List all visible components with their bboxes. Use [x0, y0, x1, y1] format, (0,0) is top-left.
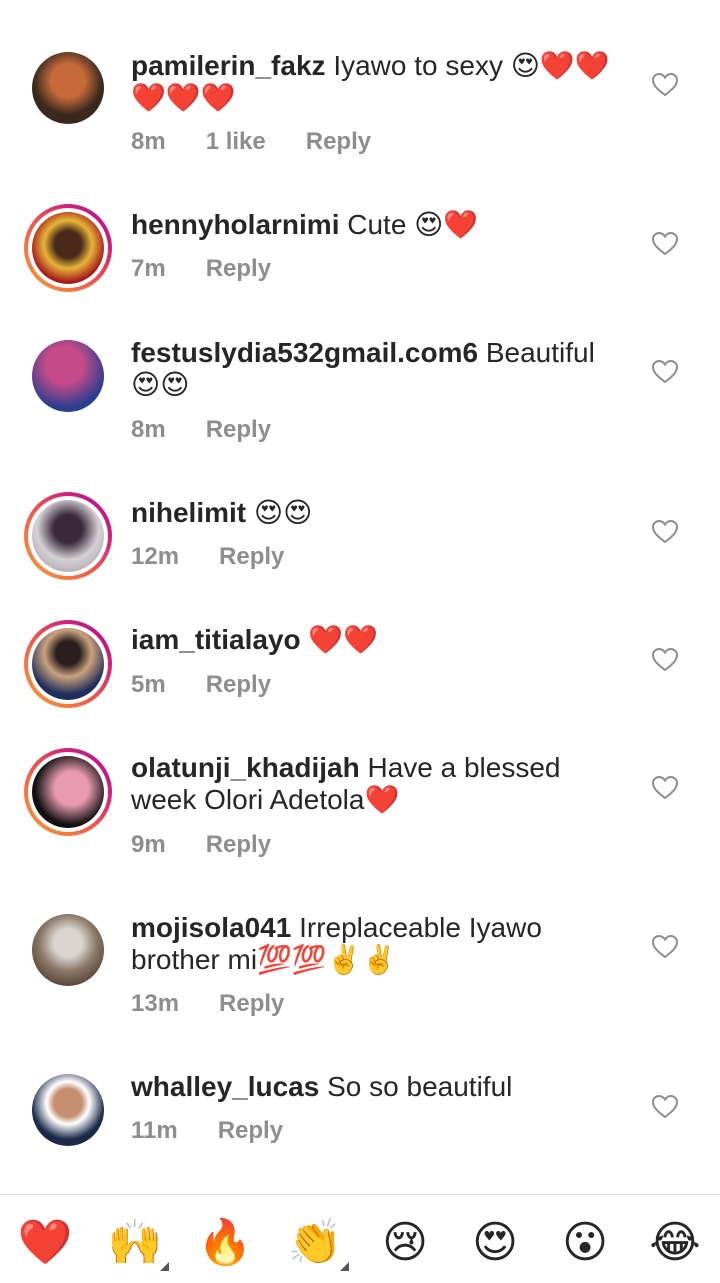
comment-time: 8m — [131, 128, 166, 155]
avatar[interactable] — [24, 332, 112, 420]
avatar[interactable] — [24, 620, 112, 708]
avatar[interactable] — [24, 1066, 112, 1154]
emoji-heart-eyes-button[interactable]: 😍 — [467, 1215, 523, 1271]
emoji-raising-hands-button[interactable]: 🙌 — [107, 1215, 169, 1271]
comment-username[interactable]: festuslydia532gmail.com6 — [131, 337, 478, 368]
reply-button[interactable]: Reply — [206, 255, 271, 283]
comment-text: ❤️❤️ — [308, 624, 379, 655]
emoji-clapping-hands: 👏 — [287, 1217, 343, 1268]
comment-time: 5m — [131, 671, 166, 698]
comment-time: 9m — [131, 831, 166, 858]
emoji-red-heart-button[interactable]: ❤️ — [17, 1215, 73, 1271]
skin-tone-indicator-icon — [340, 1262, 349, 1271]
comment-time: 8m — [131, 416, 166, 443]
emoji-fire-button[interactable]: 🔥 — [197, 1215, 253, 1271]
avatar[interactable] — [24, 906, 112, 994]
comment-text: So so beautiful — [327, 1071, 513, 1102]
reply-button[interactable]: Reply — [306, 128, 371, 156]
comment-time: 11m — [131, 1117, 178, 1144]
reply-button[interactable]: Reply — [206, 671, 271, 699]
like-heart-icon[interactable] — [652, 360, 678, 384]
comment-username[interactable]: olatunji_khadijah — [131, 752, 360, 783]
like-heart-icon[interactable] — [652, 935, 678, 959]
emoji-tears-of-joy-button[interactable]: 😂 — [647, 1215, 703, 1271]
comment-likes-count[interactable]: 1 like — [206, 128, 266, 156]
emoji-clapping-hands-button[interactable]: 👏 — [287, 1215, 349, 1271]
comment-username[interactable]: pamilerin_fakz — [131, 50, 326, 81]
comment-time: 12m — [131, 543, 180, 570]
avatar[interactable] — [24, 748, 112, 836]
reply-button[interactable]: Reply — [206, 831, 271, 859]
comment-text: 😍😍 — [253, 497, 313, 528]
avatar[interactable] — [24, 204, 112, 292]
like-heart-icon[interactable] — [652, 776, 678, 800]
reply-button[interactable]: Reply — [218, 1117, 283, 1145]
avatar[interactable] — [24, 492, 112, 580]
like-heart-icon[interactable] — [652, 232, 678, 256]
like-heart-icon[interactable] — [652, 648, 678, 672]
comment-text: Cute 😍❤️ — [347, 209, 479, 240]
comment-username[interactable]: mojisola041 — [131, 912, 291, 943]
avatar[interactable] — [24, 44, 112, 132]
emoji-raising-hands: 🙌 — [107, 1217, 163, 1268]
reply-button[interactable]: Reply — [219, 990, 284, 1018]
reply-button[interactable]: Reply — [219, 543, 284, 571]
comment-time: 13m — [131, 990, 180, 1017]
reply-button[interactable]: Reply — [206, 416, 271, 444]
comment-time: 7m — [131, 255, 166, 282]
emoji-reaction-bar: ❤️ 🙌 🔥 👏 😢 😍 😮 😂 — [0, 1194, 720, 1283]
comment-username[interactable]: whalley_lucas — [131, 1071, 319, 1102]
like-heart-icon[interactable] — [652, 73, 678, 97]
like-heart-icon[interactable] — [652, 520, 678, 544]
like-heart-icon[interactable] — [652, 1095, 678, 1119]
skin-tone-indicator-icon — [160, 1262, 169, 1271]
emoji-surprised-face-button[interactable]: 😮 — [557, 1215, 613, 1271]
emoji-crying-face-button[interactable]: 😢 — [377, 1215, 433, 1271]
comment-username[interactable]: iam_titialayo — [131, 624, 301, 655]
comment-username[interactable]: nihelimit — [131, 497, 246, 528]
comment-username[interactable]: hennyholarnimi — [131, 209, 339, 240]
